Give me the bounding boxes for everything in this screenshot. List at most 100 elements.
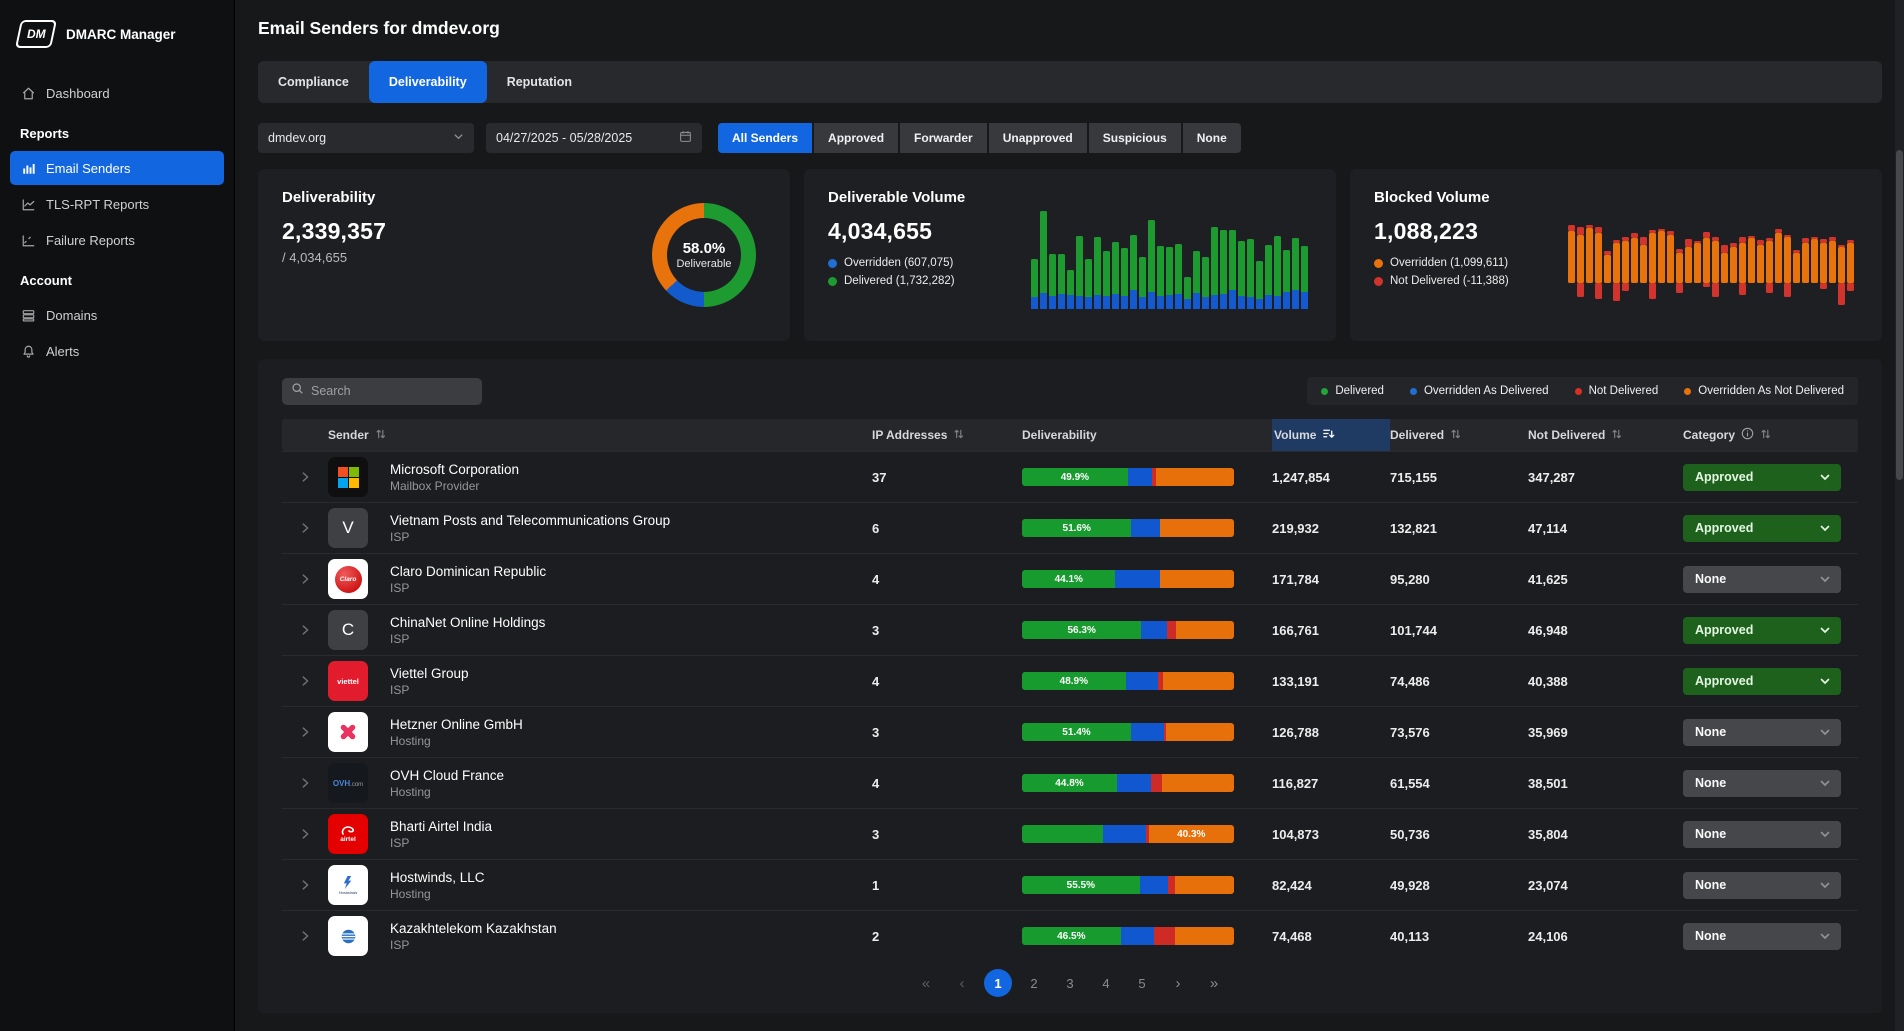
table-legend-overridden-as-not-delivered[interactable]: Overridden As Not Delivered	[1684, 385, 1844, 397]
sidebar-item-dashboard[interactable]: Dashboard	[10, 76, 224, 110]
filter-button-none[interactable]: None	[1183, 123, 1241, 153]
stacked-bar	[1238, 241, 1245, 309]
expand-row-button[interactable]	[282, 878, 328, 892]
page-button-1[interactable]: 1	[984, 969, 1012, 997]
baseline-bar	[1838, 203, 1845, 307]
date-range-picker[interactable]: 04/27/2025 - 05/28/2025	[486, 123, 702, 153]
blocked-volume-bar-chart	[1568, 203, 1854, 307]
category-value: Approved	[1695, 470, 1753, 484]
stacked-bar	[1184, 277, 1191, 309]
sender-type: ISP	[390, 632, 872, 646]
table-row-microsoft-corporation[interactable]: Microsoft CorporationMailbox Provider374…	[282, 451, 1858, 502]
filter-button-forwarder[interactable]: Forwarder	[900, 123, 987, 153]
domain-select[interactable]: dmdev.org	[258, 123, 474, 153]
sender-name: ChinaNet Online Holdings	[390, 615, 872, 630]
page-button-3[interactable]: 3	[1056, 969, 1084, 997]
app-title: DMARC Manager	[66, 27, 176, 42]
search-box[interactable]	[282, 378, 482, 405]
filter-button-approved[interactable]: Approved	[814, 123, 898, 153]
category-select[interactable]: Approved	[1683, 464, 1841, 491]
expand-row-button[interactable]	[282, 776, 328, 790]
ip-addresses-value: 6	[872, 521, 1022, 536]
table-legend-delivered[interactable]: Delivered	[1321, 385, 1384, 397]
delivered-value: 95,280	[1390, 572, 1528, 587]
sender-logo: V	[328, 508, 390, 548]
expand-row-button[interactable]	[282, 572, 328, 586]
table-legend-overridden-as-delivered[interactable]: Overridden As Delivered	[1410, 385, 1549, 397]
category-value: None	[1695, 725, 1726, 739]
category-select[interactable]: None	[1683, 566, 1841, 593]
column-label: Not Delivered	[1528, 428, 1605, 442]
search-input[interactable]	[311, 384, 473, 398]
column-label: Sender	[328, 428, 369, 442]
column-header-sender[interactable]: Sender	[328, 419, 872, 451]
sort-icon	[375, 428, 386, 443]
category-select[interactable]: None	[1683, 821, 1841, 848]
bar-segment-orange	[1162, 774, 1234, 792]
deliverability-donut-chart: 58.0% Deliverable	[652, 203, 756, 307]
deliverability-percent-label: 51.6%	[1063, 523, 1091, 534]
sender-type: ISP	[390, 836, 872, 850]
table-legend-not-delivered[interactable]: Not Delivered	[1575, 385, 1659, 397]
table-row-ovh-cloud-france[interactable]: OVH.comOVH Cloud FranceHosting444.8%116,…	[282, 757, 1858, 808]
tab-compliance[interactable]: Compliance	[258, 61, 369, 103]
baseline-bar	[1667, 203, 1674, 307]
tab-deliverability[interactable]: Deliverability	[369, 61, 487, 103]
table-row-viettel-group[interactable]: viettelViettel GroupISP448.9%133,19174,4…	[282, 655, 1858, 706]
first-page-button[interactable]: «	[912, 969, 940, 997]
delivered-value: 132,821	[1390, 521, 1528, 536]
sidebar-item-email-senders[interactable]: Email Senders	[10, 151, 224, 185]
previous-page-button[interactable]: ‹	[948, 969, 976, 997]
table-row-kazakhtelekom-kazakhstan[interactable]: Kazakhtelekom KazakhstanISP246.5%74,4684…	[282, 910, 1858, 961]
expand-row-button[interactable]	[282, 827, 328, 841]
next-page-button[interactable]: ›	[1164, 969, 1192, 997]
ip-addresses-value: 2	[872, 929, 1022, 944]
not-delivered-value: 40,388	[1528, 674, 1683, 689]
expand-row-button[interactable]	[282, 470, 328, 484]
filter-button-suspicious[interactable]: Suspicious	[1089, 123, 1181, 153]
category-select[interactable]: Approved	[1683, 617, 1841, 644]
info-icon[interactable]	[1741, 427, 1754, 443]
column-header-delivered[interactable]: Delivered	[1390, 419, 1528, 451]
table-row-chinanet-online-holdings[interactable]: CChinaNet Online HoldingsISP356.3%166,76…	[282, 604, 1858, 655]
tab-reputation[interactable]: Reputation	[487, 61, 592, 103]
scrollbar-thumb[interactable]	[1896, 150, 1903, 480]
filter-button-unapproved[interactable]: Unapproved	[989, 123, 1087, 153]
window-scrollbar[interactable]	[1895, 0, 1904, 1031]
expand-row-button[interactable]	[282, 623, 328, 637]
column-header-not-delivered[interactable]: Not Delivered	[1528, 419, 1683, 451]
table-row-bharti-airtel-india[interactable]: airtelBharti Airtel IndiaISP340.3%104,87…	[282, 808, 1858, 859]
category-select[interactable]: None	[1683, 719, 1841, 746]
expand-row-button[interactable]	[282, 725, 328, 739]
table-row-hostwinds-llc[interactable]: HostwindsHostwinds, LLCHosting155.5%82,4…	[282, 859, 1858, 910]
column-header-volume[interactable]: Volume	[1272, 419, 1390, 451]
page-button-2[interactable]: 2	[1020, 969, 1048, 997]
page-button-4[interactable]: 4	[1092, 969, 1120, 997]
letter-avatar: C	[328, 610, 368, 650]
table-row-hetzner-online-gmbh[interactable]: Hetzner Online GmbHHosting351.4%126,7887…	[282, 706, 1858, 757]
category-select[interactable]: Approved	[1683, 668, 1841, 695]
bell-icon	[21, 344, 36, 359]
category-select[interactable]: None	[1683, 872, 1841, 899]
column-header-category[interactable]: Category	[1683, 419, 1858, 451]
table-row-vietnam-posts-and-telecommunications-group[interactable]: VVietnam Posts and Telecommunications Gr…	[282, 502, 1858, 553]
category-select[interactable]: None	[1683, 770, 1841, 797]
filter-button-all-senders[interactable]: All Senders	[718, 123, 812, 153]
senders-table-card: Delivered Overridden As Delivered Not Deli…	[258, 359, 1882, 1013]
expand-row-button[interactable]	[282, 521, 328, 535]
sidebar-item-alerts[interactable]: Alerts	[10, 334, 224, 368]
sender-name: Vietnam Posts and Telecommunications Gro…	[390, 513, 872, 528]
column-header-ip-addresses[interactable]: IP Addresses	[872, 419, 1022, 451]
ip-addresses-value: 3	[872, 827, 1022, 842]
page-button-5[interactable]: 5	[1128, 969, 1156, 997]
sidebar-item-tls-rpt-reports[interactable]: TLS-RPT Reports	[10, 187, 224, 221]
expand-row-button[interactable]	[282, 674, 328, 688]
category-select[interactable]: None	[1683, 923, 1841, 950]
table-row-claro-dominican-republic[interactable]: ClaroClaro Dominican RepublicISP444.1%17…	[282, 553, 1858, 604]
category-select[interactable]: Approved	[1683, 515, 1841, 542]
sidebar-item-domains[interactable]: Domains	[10, 298, 224, 332]
expand-row-button[interactable]	[282, 929, 328, 943]
sidebar-item-failure-reports[interactable]: Failure Reports	[10, 223, 224, 257]
last-page-button[interactable]: »	[1200, 969, 1228, 997]
volume-value: 1,247,854	[1272, 470, 1390, 485]
